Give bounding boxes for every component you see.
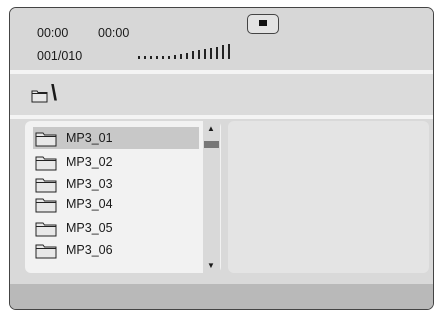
scrollbar-thumb[interactable] xyxy=(204,141,219,148)
volume-bar xyxy=(222,45,224,59)
file-list: MP3_01 MP3_02 MP3_03 MP3_04 MP3_05 MP3_06 ▲ ▼ xyxy=(25,121,221,273)
volume-bar xyxy=(228,44,230,59)
volume-meter[interactable] xyxy=(138,43,238,59)
time-elapsed: 00:00 xyxy=(37,26,69,40)
volume-bar xyxy=(162,56,164,59)
volume-bar xyxy=(144,56,146,59)
list-item[interactable]: MP3_05 xyxy=(33,217,199,239)
list-item[interactable]: MP3_02 xyxy=(33,151,199,173)
folder-icon xyxy=(35,177,57,193)
volume-bar xyxy=(168,56,170,59)
divider xyxy=(10,115,433,119)
folder-icon xyxy=(35,221,57,237)
volume-bar xyxy=(156,56,158,59)
list-item-label: MP3_06 xyxy=(66,243,113,257)
path-bar: \ xyxy=(10,74,433,115)
scroll-up-icon[interactable]: ▲ xyxy=(207,124,215,133)
list-item[interactable]: MP3_06 xyxy=(33,239,199,261)
stop-icon xyxy=(259,20,267,26)
volume-bar xyxy=(210,47,212,59)
player-window: 00:00 00:00 001/010 \ MP3_01 MP3_02 MP3_03… xyxy=(9,7,434,310)
list-item-label: MP3_05 xyxy=(66,221,113,235)
list-item-label: MP3_04 xyxy=(66,197,113,211)
scrollbar[interactable]: ▲ ▼ xyxy=(203,121,220,273)
volume-bar xyxy=(192,51,194,59)
path-text: \ xyxy=(51,80,58,105)
volume-bar xyxy=(174,55,176,59)
list-item-label: MP3_01 xyxy=(66,131,113,145)
scroll-down-icon[interactable]: ▼ xyxy=(207,261,215,270)
folder-icon xyxy=(31,90,48,103)
list-item-label: MP3_02 xyxy=(66,155,113,169)
folder-icon xyxy=(35,197,57,213)
file-list-rows: MP3_01 MP3_02 MP3_03 MP3_04 MP3_05 MP3_06 xyxy=(25,121,200,273)
volume-bar xyxy=(138,56,140,59)
list-item[interactable]: MP3_04 xyxy=(33,193,199,215)
folder-icon xyxy=(35,155,57,171)
list-item[interactable]: MP3_03 xyxy=(33,173,199,195)
list-item[interactable]: MP3_01 xyxy=(33,127,199,149)
list-item-label: MP3_03 xyxy=(66,177,113,191)
time-total: 00:00 xyxy=(98,26,130,40)
volume-bar xyxy=(186,52,188,59)
bottom-bar xyxy=(10,284,433,309)
volume-bar xyxy=(198,50,200,59)
volume-bar xyxy=(150,56,152,59)
volume-bar xyxy=(204,49,206,59)
track-counter: 001/010 xyxy=(37,49,83,63)
volume-bar xyxy=(216,46,218,59)
status-panel: 00:00 00:00 001/010 xyxy=(10,8,433,70)
volume-bar xyxy=(180,53,182,59)
folder-icon xyxy=(35,131,57,147)
folder-icon xyxy=(35,243,57,259)
preview-panel xyxy=(228,121,429,273)
stop-button[interactable] xyxy=(247,14,279,34)
